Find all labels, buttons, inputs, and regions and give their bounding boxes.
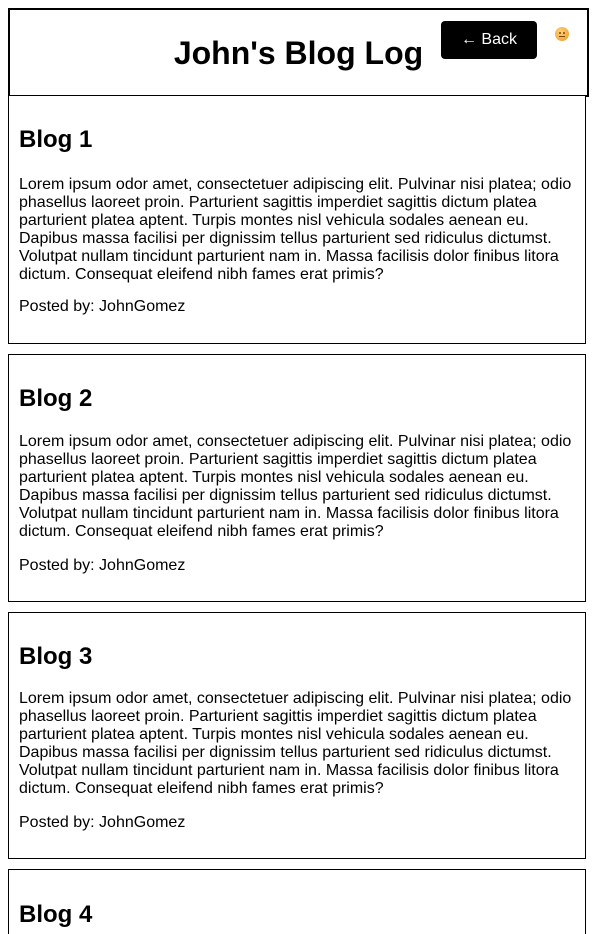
page-header: John's Blog Log ← Back [8, 8, 589, 97]
blog-post-author: Posted by: JohnGomez [19, 814, 186, 831]
blog-post-title: Blog 3 [19, 643, 93, 670]
blog-post-title: Blog 2 [19, 385, 93, 412]
blog-post-author: Posted by: JohnGomez [19, 557, 186, 574]
avatar-mouth [559, 36, 565, 37]
blog-post-body: Lorem ipsum odor amet, consectetuer adip… [19, 690, 572, 797]
blog-post-card: Blog 1 Lorem ipsum odor amet, consectetu… [8, 95, 586, 344]
avatar-right-eye [563, 32, 565, 34]
blog-post-title: Blog 1 [19, 126, 93, 153]
avatar-left-eye [559, 32, 561, 34]
blog-post-card: Blog 2 Lorem ipsum odor amet, consectetu… [8, 354, 586, 602]
blog-post-body: Lorem ipsum odor amet, consectetuer adip… [19, 176, 572, 283]
avatar-emoji-icon[interactable] [555, 27, 569, 41]
back-button[interactable]: ← Back [441, 21, 537, 59]
blog-post-card: Blog 4 [8, 869, 586, 934]
blog-post-body: Lorem ipsum odor amet, consectetuer adip… [19, 433, 572, 540]
blog-post-author: Posted by: JohnGomez [19, 298, 186, 315]
blog-post-card: Blog 3 Lorem ipsum odor amet, consectetu… [8, 612, 586, 859]
blog-post-title: Blog 4 [19, 901, 93, 928]
